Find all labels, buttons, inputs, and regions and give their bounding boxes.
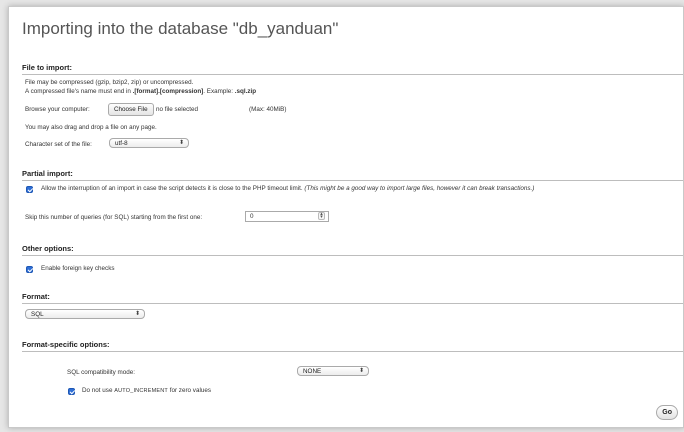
select-arrows-icon: ⬍ — [178, 140, 184, 146]
charset-value: utf-8 — [115, 140, 128, 147]
foreign-key-checkbox[interactable] — [26, 266, 33, 273]
format-select[interactable]: SQL ⬍ — [25, 309, 145, 319]
compat-mode-value: NONE — [303, 368, 322, 375]
allow-interrupt-text: Allow the interruption of an import in c… — [41, 185, 535, 192]
skip-queries-input[interactable]: 0 — [245, 211, 329, 222]
allow-interrupt-checkbox[interactable] — [26, 186, 33, 193]
choose-file-button[interactable]: Choose File — [108, 103, 154, 116]
skip-queries-stepper[interactable]: ▴ ▾ — [318, 212, 325, 220]
select-arrows-icon: ⬍ — [134, 311, 140, 317]
section-format-specific: Format-specific options: — [22, 340, 683, 352]
compression-note: File may be compressed (gzip, bzip2, zip… — [25, 79, 194, 86]
compat-mode-select[interactable]: NONE ⬍ — [297, 366, 369, 376]
page-title: Importing into the database "db_yanduan" — [22, 19, 339, 38]
charset-select[interactable]: utf-8 ⬍ — [109, 138, 189, 148]
section-file-to-import: File to import: — [22, 63, 683, 75]
max-size: (Max: 40MiB) — [249, 106, 287, 113]
go-button[interactable]: Go — [656, 405, 678, 420]
compat-mode-label: SQL compatibility mode: — [67, 369, 136, 376]
format-value: SQL — [31, 311, 44, 318]
skip-queries-label: Skip this number of queries (for SQL) st… — [25, 214, 203, 221]
foreign-key-label: Enable foreign key checks — [41, 265, 115, 272]
auto-increment-label: Do not use AUTO_INCREMENT for zero value… — [82, 387, 212, 394]
no-file-selected: no file selected — [156, 106, 199, 113]
section-format: Format: — [22, 292, 683, 304]
filename-note: A compressed file's name must end in .[f… — [25, 88, 257, 95]
section-partial-import: Partial import: — [22, 169, 683, 181]
import-panel: Importing into the database "db_yanduan"… — [8, 6, 684, 428]
drag-drop-hint: You may also drag and drop a file on any… — [25, 124, 157, 131]
charset-label: Character set of the file: — [25, 141, 92, 148]
auto-increment-checkbox[interactable] — [68, 388, 75, 395]
browse-label: Browse your computer: — [25, 106, 90, 113]
section-other-options: Other options: — [22, 244, 683, 256]
select-arrows-icon: ⬍ — [358, 368, 364, 374]
